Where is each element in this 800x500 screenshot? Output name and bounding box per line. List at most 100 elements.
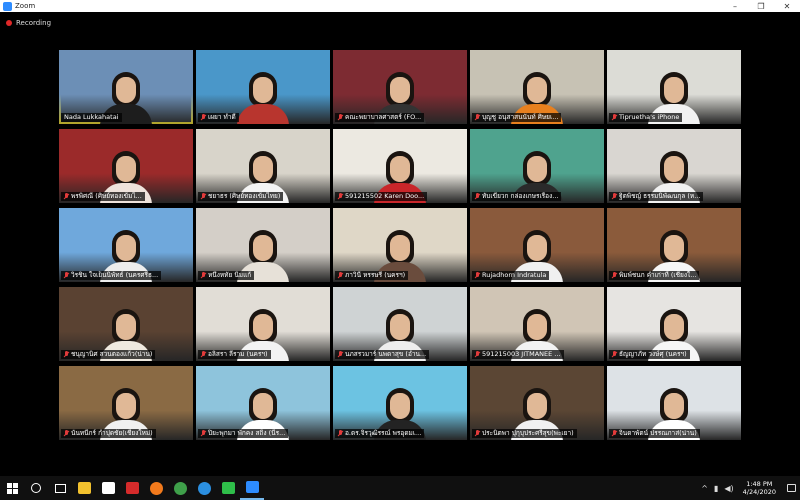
participant-video-tile[interactable]: ภาวินี หรรษรี (นครฯ) xyxy=(333,208,467,282)
participant-video-tile[interactable]: จินดาพัตน์ ปรรณภาส่(น่าน) xyxy=(607,366,741,440)
participant-name: วิรชิน ใจเย็นนิพัทธ์ (นครศรีธ... xyxy=(71,271,159,279)
participant-video-tile[interactable]: หนึ่งหทัย นิ่มแก้ xyxy=(196,208,330,282)
participant-face xyxy=(390,156,410,182)
participant-video-tile[interactable]: Rujadhorn Indratula xyxy=(470,208,604,282)
maximize-button[interactable]: ❐ xyxy=(748,0,774,12)
participant-name: อลิสรา ลีราม (นครฯ) xyxy=(208,350,268,358)
participant-name-tag: ชยาธร (ศิษย์ทองเข้มไทย) xyxy=(198,192,284,201)
taskbar-firefox-button[interactable] xyxy=(144,476,168,500)
participant-name-tag: Tipruetha's iPhone xyxy=(609,113,683,122)
participant-video-tile[interactable]: ฐิตพิชญ์ ธรรมนิพัฒนกุล (ห... xyxy=(607,129,741,203)
participant-video-tile[interactable]: ธัญญาภัท วงษ์ศุ (นครฯ) xyxy=(607,287,741,361)
muted-mic-icon xyxy=(338,193,343,200)
recording-indicator[interactable]: Recording xyxy=(6,19,51,27)
participant-name: ทับเขียวก กล่องเกษรเรือง... xyxy=(482,192,559,200)
muted-mic-icon xyxy=(338,272,343,279)
participant-face xyxy=(390,314,410,340)
taskbar-pdf-button[interactable] xyxy=(120,476,144,500)
participant-video-tile[interactable]: ชนุญานิศ สวนตองแก้ว(น่าน) xyxy=(59,287,193,361)
taskbar-line-button[interactable] xyxy=(216,476,240,500)
participant-video-tile[interactable]: ปิยะพุกมา พักคง สถิ่ง (นีร... xyxy=(196,366,330,440)
volume-icon[interactable]: ◀) xyxy=(724,484,733,493)
muted-mic-icon xyxy=(201,430,206,437)
participant-face xyxy=(253,77,273,103)
start-button[interactable] xyxy=(0,476,24,500)
participant-name: พรพิศณี (ศิษย์ทองเข้มไ... xyxy=(71,192,142,200)
recording-label: Recording xyxy=(16,19,52,27)
muted-mic-icon xyxy=(201,351,206,358)
participant-video-tile[interactable]: Nada Lukkahatai xyxy=(59,50,193,124)
taskbar-clock[interactable]: 1:48 PM 4/24/2020 xyxy=(743,480,776,496)
muted-mic-icon xyxy=(64,193,69,200)
participant-video-tile[interactable]: นภสรวมาร์ นพดาสุข (อำน... xyxy=(333,287,467,361)
participant-body xyxy=(237,104,289,124)
participant-video-tile[interactable]: เผยา ทำดี xyxy=(196,50,330,124)
participant-face xyxy=(527,77,547,103)
tray-overflow-icon[interactable]: ^ xyxy=(701,484,708,493)
participant-name: ปิยะพุกมา พักคง สถิ่ง (นีร... xyxy=(208,429,286,437)
participant-name: อ.ดร.จิรวุฒิรรณ์ พรอุดมเ... xyxy=(345,429,422,437)
participant-face xyxy=(253,393,273,419)
participant-video-tile[interactable]: ทับเขียวก กล่องเกษรเรือง... xyxy=(470,129,604,203)
muted-mic-icon xyxy=(201,193,206,200)
taskbar-zoom-button[interactable] xyxy=(240,476,264,500)
participant-name: นภสรวมาร์ นพดาสุข (อำน... xyxy=(345,350,427,358)
network-icon[interactable]: ▮ xyxy=(714,484,718,493)
taskbar-file-explorer-button[interactable] xyxy=(72,476,96,500)
participant-face xyxy=(390,393,410,419)
muted-mic-icon xyxy=(64,272,69,279)
participant-video-tile[interactable]: Tipruetha's iPhone xyxy=(607,50,741,124)
close-button[interactable]: ✕ xyxy=(774,0,800,12)
participant-name-tag: จินดาพัตน์ ปรรณภาส่(น่าน) xyxy=(609,429,700,438)
participant-video-tile[interactable]: อ.ดร.จิรวุฒิรรณ์ พรอุดมเ... xyxy=(333,366,467,440)
participant-face xyxy=(664,156,684,182)
participant-video-tile[interactable]: นันทนีกร์ กำปุดชัย(เชียงใหม่) xyxy=(59,366,193,440)
participant-name-tag: วิรชิน ใจเย็นนิพัทธ์ (นครศรีธ... xyxy=(61,271,162,280)
participant-name-tag: อ.ดร.จิรวุฒิรรณ์ พรอุดมเ... xyxy=(335,429,425,438)
muted-mic-icon xyxy=(201,114,206,121)
muted-mic-icon xyxy=(475,430,480,437)
participant-video-tile[interactable]: 591215502 Karen Doo... xyxy=(333,129,467,203)
minimize-button[interactable]: – xyxy=(722,0,748,12)
participant-video-tile[interactable]: อลิสรา ลีราม (นครฯ) xyxy=(196,287,330,361)
participant-video-tile[interactable]: พรพิศณี (ศิษย์ทองเข้มไ... xyxy=(59,129,193,203)
participant-name: ธัญญาภัท วงษ์ศุ (นครฯ) xyxy=(619,350,687,358)
taskbar-mail-button[interactable] xyxy=(96,476,120,500)
task-view-button[interactable] xyxy=(48,476,72,500)
muted-mic-icon xyxy=(475,272,480,279)
window-title: Zoom xyxy=(15,2,36,10)
participant-video-tile[interactable]: 591215003 JITMANEE ... xyxy=(470,287,604,361)
participant-video-tile[interactable]: ประนิตพา ปุกุบุประศรีสุข(พะเยา) xyxy=(470,366,604,440)
participant-name: ภาวินี หรรษรี (นครฯ) xyxy=(345,271,406,279)
participant-face xyxy=(527,393,547,419)
participant-name: ชนุญานิศ สวนตองแก้ว(น่าน) xyxy=(71,350,153,358)
line-icon xyxy=(221,482,235,494)
muted-mic-icon xyxy=(612,193,617,200)
participant-name-tag: ทับเขียวก กล่องเกษรเรือง... xyxy=(472,192,562,201)
task-view-icon xyxy=(54,483,66,493)
action-center-button[interactable] xyxy=(782,476,800,500)
participant-video-tile[interactable]: คณะพยาบาลศาสตร์ (FO... xyxy=(333,50,467,124)
participant-video-tile[interactable]: บุญชู อนุสาสนนันท์ ศิษยเ... xyxy=(470,50,604,124)
participant-face xyxy=(527,156,547,182)
participant-video-tile[interactable]: ชยาธร (ศิษย์ทองเข้มไทย) xyxy=(196,129,330,203)
muted-mic-icon xyxy=(64,351,69,358)
muted-mic-icon xyxy=(338,430,343,437)
recording-dot-icon xyxy=(6,20,12,26)
participant-name-tag: Nada Lukkahatai xyxy=(61,113,122,122)
muted-mic-icon xyxy=(475,114,480,121)
participant-name-tag: ฐิตพิชญ์ ธรรมนิพัฒนกุล (ห... xyxy=(609,192,704,201)
muted-mic-icon xyxy=(338,351,343,358)
participant-video-tile[interactable]: วิรชิน ใจเย็นนิพัทธ์ (นครศรีธ... xyxy=(59,208,193,282)
participant-name-tag: ประนิตพา ปุกุบุประศรีสุข(พะเยา) xyxy=(472,429,577,438)
participant-name-tag: ภาวินี หรรษรี (นครฯ) xyxy=(335,271,409,280)
taskbar-edge-button[interactable] xyxy=(192,476,216,500)
participant-face xyxy=(390,235,410,261)
participant-video-tile[interactable]: พิมพ์ชนก คำเก่าที่ (เชียงใ... xyxy=(607,208,741,282)
participant-name: 591215003 JITMANEE ... xyxy=(482,350,561,358)
muted-mic-icon xyxy=(612,272,617,279)
search-button[interactable] xyxy=(24,476,48,500)
taskbar-chrome-button[interactable] xyxy=(168,476,192,500)
mail-icon xyxy=(101,482,115,494)
participant-face xyxy=(116,77,136,103)
